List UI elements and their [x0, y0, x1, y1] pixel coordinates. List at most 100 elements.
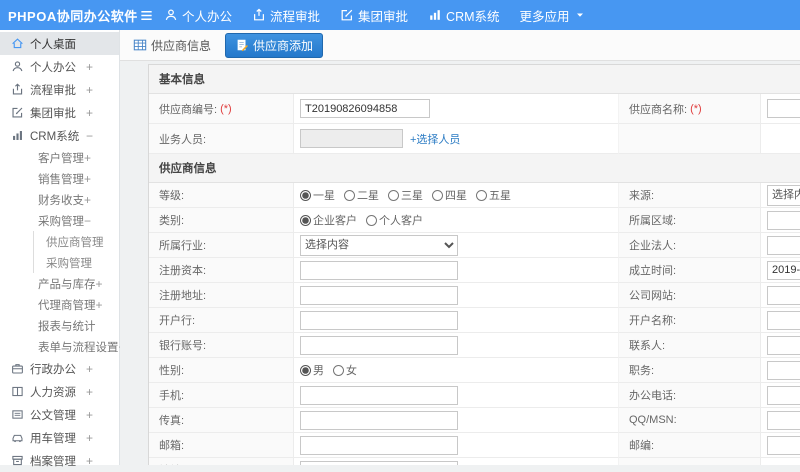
sidebar-item-reports[interactable]: 报表与统计 [0, 315, 119, 336]
sidebar-item-workflow-approval[interactable]: 流程审批+ [0, 78, 119, 101]
nav-item-4[interactable]: 更多应用 [520, 6, 586, 25]
level-radio-input[interactable] [344, 190, 355, 201]
sidebar-item-purchasing[interactable]: 采购管理 [33, 252, 119, 273]
nav-item-label: 更多应用 [520, 6, 570, 25]
expand-icon[interactable]: + [96, 298, 103, 312]
fax-input[interactable] [300, 411, 458, 430]
address-input[interactable] [300, 461, 458, 466]
legal-person-input[interactable] [767, 236, 800, 255]
field-cell: 选择内容 [294, 233, 619, 258]
expand-icon[interactable]: + [86, 362, 93, 376]
level-radio-1[interactable]: 二星 [344, 187, 379, 203]
sidebar-item-label: 个人办公 [30, 59, 76, 75]
expand-icon[interactable]: + [86, 106, 93, 120]
expand-icon[interactable]: + [86, 83, 93, 97]
expand-icon[interactable]: + [86, 408, 93, 422]
category-radio-0[interactable]: 企业客户 [300, 212, 357, 228]
gender-radio-input[interactable] [333, 365, 344, 376]
sidebar-item-personal-desktop[interactable]: 个人桌面 [0, 32, 119, 55]
level-radio-group: 一星二星三星四星五星 [300, 187, 511, 203]
expand-icon[interactable]: + [84, 193, 91, 207]
level-radio-input[interactable] [432, 190, 443, 201]
sidebar-item-supplier-mgmt[interactable]: 供应商管理 [33, 231, 119, 252]
level-radio-2[interactable]: 三星 [388, 187, 423, 203]
nav-item-3[interactable]: CRM系统 [428, 6, 499, 25]
app-logo[interactable]: PHPOA协同办公软件 [0, 6, 128, 25]
category-radio-input[interactable] [366, 215, 377, 226]
supplier-name-input[interactable] [767, 99, 800, 118]
sidebar-item-finance[interactable]: 财务收支+ [0, 189, 119, 210]
industry-select[interactable]: 选择内容 [300, 235, 458, 256]
field-label: 邮箱: [149, 433, 294, 458]
category-radio-1[interactable]: 个人客户 [366, 212, 423, 228]
bank-account-input[interactable] [300, 336, 458, 355]
sidebar-item-form-flow-settings[interactable]: 表单与流程设置+ [0, 336, 119, 357]
registered-capital-input[interactable] [300, 261, 458, 280]
tab-supplier-add[interactable]: 供应商添加 [225, 33, 323, 58]
account-name-input[interactable] [767, 311, 800, 330]
registered-address-input[interactable] [300, 286, 458, 305]
sidebar-item-agent-mgmt[interactable]: 代理商管理+ [0, 294, 119, 315]
email-input[interactable] [300, 436, 458, 455]
expand-icon[interactable]: + [86, 431, 93, 445]
collapse-icon[interactable]: − [86, 129, 93, 143]
form-row: 银行账号:联系人: [149, 333, 800, 358]
select-person-link[interactable]: +选择人员 [410, 131, 460, 147]
level-radio-4[interactable]: 五星 [476, 187, 511, 203]
sidebar-item-customer-mgmt[interactable]: 客户管理+ [0, 147, 119, 168]
label-text: 性别: [159, 362, 184, 378]
nav-item-0[interactable]: 个人办公 [164, 6, 232, 25]
sidebar-item-label: 供应商管理 [46, 234, 104, 250]
sidebar-item-purchase-mgmt[interactable]: 采购管理− [0, 210, 119, 231]
grid-icon [133, 38, 147, 52]
level-radio-0[interactable]: 一星 [300, 187, 335, 203]
gender-radio-1[interactable]: 女 [333, 362, 357, 378]
expand-icon[interactable]: + [86, 60, 93, 74]
hamburger-icon[interactable] [128, 8, 164, 23]
sidebar-item-product-inventory[interactable]: 产品与库存+ [0, 273, 119, 294]
sidebar-item-vehicle-mgmt[interactable]: 用车管理+ [0, 426, 119, 449]
position-input[interactable] [767, 361, 800, 380]
level-radio-3[interactable]: 四星 [432, 187, 467, 203]
sidebar-item-personal-office[interactable]: 个人办公 + [0, 55, 119, 78]
bank-input[interactable] [300, 311, 458, 330]
field-label [619, 458, 761, 465]
field-label: 联系人: [619, 333, 761, 358]
sidebar-item-admin-office[interactable]: 行政办公+ [0, 357, 119, 380]
label-text: 办公电话: [629, 387, 676, 403]
mobile-input[interactable] [300, 386, 458, 405]
nav-item-1[interactable]: 流程审批 [252, 6, 320, 25]
collapse-icon[interactable]: − [84, 214, 91, 228]
expand-icon[interactable]: + [96, 277, 103, 291]
website-input[interactable] [767, 286, 800, 305]
field-cell: +选择人员 [294, 124, 619, 154]
contact-input[interactable] [767, 336, 800, 355]
nav-item-2[interactable]: 集团审批 [340, 6, 408, 25]
tab-supplier-info[interactable]: 供应商信息 [133, 37, 211, 54]
region-input[interactable] [767, 211, 800, 230]
business-person-input[interactable] [300, 129, 403, 148]
sidebar-item-document-mgmt[interactable]: 公文管理+ [0, 403, 119, 426]
expand-icon[interactable]: + [84, 151, 91, 165]
sidebar-item-sales-mgmt[interactable]: 销售管理+ [0, 168, 119, 189]
sidebar-item-hr[interactable]: 人力资源+ [0, 380, 119, 403]
office-phone-input[interactable] [767, 386, 800, 405]
expand-icon[interactable]: + [86, 454, 93, 468]
source-select[interactable]: 选择内容 [767, 185, 800, 206]
gender-radio-input[interactable] [300, 365, 311, 376]
sidebar-item-group-approval[interactable]: 集团审批+ [0, 101, 119, 124]
level-radio-input[interactable] [476, 190, 487, 201]
label-text: 注册地址: [159, 287, 206, 303]
level-radio-input[interactable] [388, 190, 399, 201]
qq-msn-input[interactable] [767, 411, 800, 430]
expand-icon[interactable]: + [84, 172, 91, 186]
gender-radio-0[interactable]: 男 [300, 362, 324, 378]
expand-icon[interactable]: + [86, 385, 93, 399]
category-radio-input[interactable] [300, 215, 311, 226]
sidebar-item-crm-system[interactable]: CRM系统− [0, 124, 119, 147]
sidebar-item-archive-mgmt[interactable]: 档案管理+ [0, 449, 119, 472]
level-radio-input[interactable] [300, 190, 311, 201]
zip-input[interactable] [767, 436, 800, 455]
founded-date-input[interactable] [767, 261, 800, 280]
supplier-code-input[interactable] [300, 99, 430, 118]
